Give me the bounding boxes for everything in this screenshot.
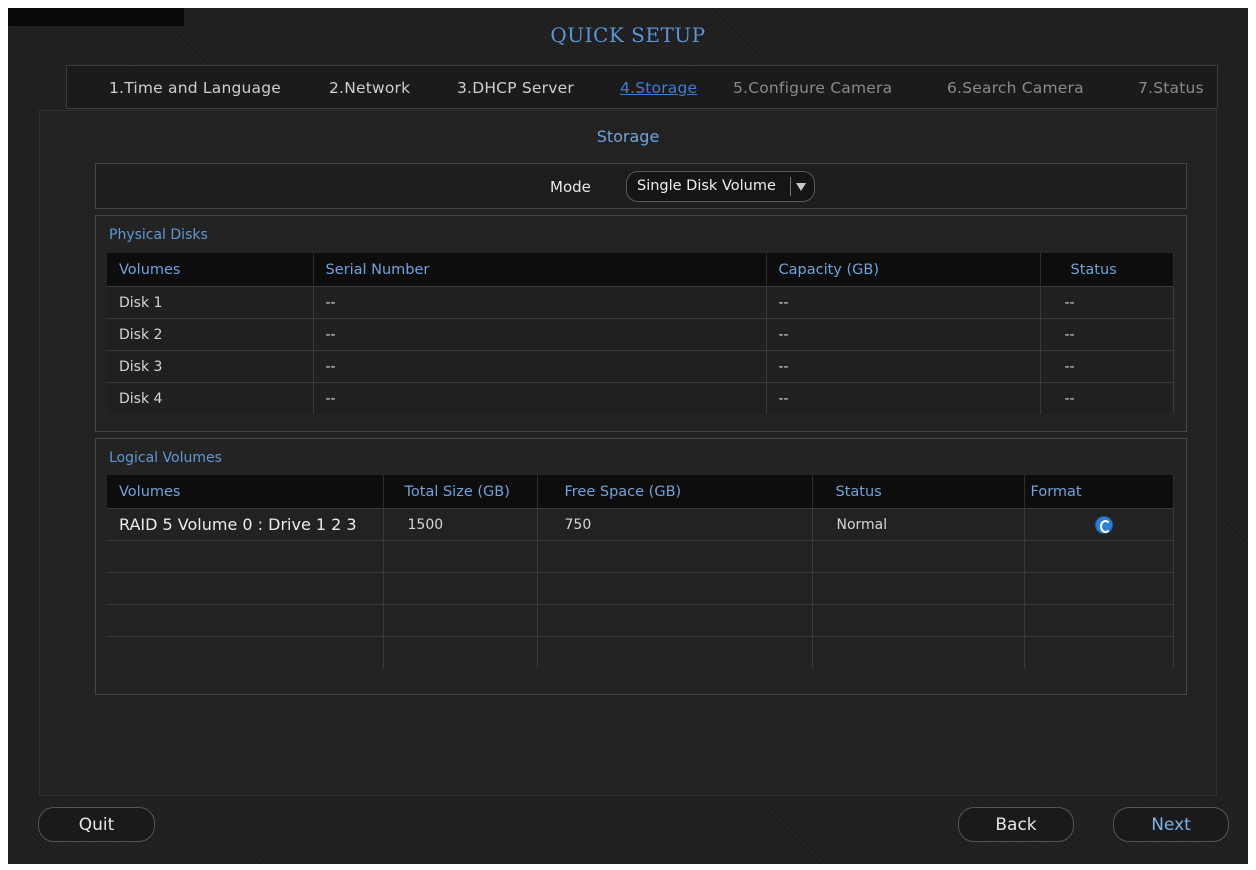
table-cell: Disk 2 — [107, 318, 314, 351]
table-cell — [812, 540, 1025, 573]
section-title: Storage — [596, 127, 660, 146]
table-header-row: Volumes Total Size (GB) Free Space (GB) … — [107, 475, 1174, 509]
mode-row: Mode Single Disk Volume — [95, 163, 1187, 209]
step-search-camera[interactable]: 6.Search Camera — [947, 79, 1084, 97]
table-cell: 750 — [537, 508, 813, 541]
column-header: Volumes — [107, 253, 314, 287]
table-cell — [107, 572, 384, 605]
table-cell — [107, 636, 384, 668]
column-header: Serial Number — [313, 253, 767, 287]
table-row[interactable]: Disk 1 -- -- -- — [107, 286, 1174, 319]
table-header-row: Volumes Serial Number Capacity (GB) Stat… — [107, 253, 1174, 287]
column-header: Capacity (GB) — [766, 253, 1041, 287]
table-cell: -- — [1040, 382, 1174, 414]
column-header: Status — [812, 475, 1025, 509]
step-status[interactable]: 7.Status — [1138, 79, 1204, 97]
physical-disks-table: Volumes Serial Number Capacity (GB) Stat… — [107, 253, 1174, 414]
table-cell — [812, 604, 1025, 637]
table-cell: RAID 5 Volume 0 : Drive 1 2 3 — [107, 508, 384, 541]
mode-select-divider — [790, 177, 791, 196]
column-header: Free Space (GB) — [537, 475, 813, 509]
step-network[interactable]: 2.Network — [329, 79, 410, 97]
table-cell: -- — [313, 350, 767, 383]
table-cell — [383, 636, 538, 668]
physical-disks-group: Physical Disks Volumes Serial Number Cap… — [95, 215, 1187, 432]
table-cell — [812, 636, 1025, 668]
logical-volumes-table: Volumes Total Size (GB) Free Space (GB) … — [107, 475, 1174, 668]
table-cell — [1024, 540, 1174, 573]
step-time-and-language[interactable]: 1.Time and Language — [109, 79, 281, 97]
mode-select[interactable]: Single Disk Volume — [626, 171, 815, 202]
table-cell — [812, 572, 1025, 605]
mode-label: Mode — [550, 178, 591, 196]
logical-volumes-group: Logical Volumes Volumes Total Size (GB) … — [95, 438, 1187, 695]
table-cell: Disk 4 — [107, 382, 314, 414]
table-cell: -- — [1040, 318, 1174, 351]
table-row[interactable]: RAID 5 Volume 0 : Drive 1 2 3 1500 750 N… — [107, 508, 1174, 541]
table-cell — [537, 636, 813, 668]
table-row[interactable]: Disk 4 -- -- -- — [107, 382, 1174, 414]
table-row[interactable] — [107, 636, 1174, 668]
table-cell: -- — [313, 286, 767, 319]
table-cell: -- — [313, 318, 767, 351]
table-cell: 1500 — [383, 508, 538, 541]
logical-volumes-title: Logical Volumes — [109, 450, 222, 466]
table-row[interactable] — [107, 540, 1174, 573]
storage-panel: Storage Mode Single Disk Volume Physical… — [39, 110, 1217, 796]
table-cell: -- — [1040, 350, 1174, 383]
next-button[interactable]: Next — [1113, 807, 1229, 842]
table-cell — [383, 540, 538, 573]
chevron-down-icon[interactable] — [796, 183, 806, 191]
table-cell: Disk 1 — [107, 286, 314, 319]
table-cell — [107, 604, 384, 637]
back-button[interactable]: Back — [958, 807, 1074, 842]
column-header: Format — [1024, 475, 1174, 509]
format-cell — [1024, 508, 1174, 541]
format-icon[interactable] — [1094, 515, 1113, 534]
table-cell — [383, 572, 538, 605]
quit-button[interactable]: Quit — [38, 807, 155, 842]
table-cell: -- — [766, 350, 1041, 383]
column-header: Status — [1040, 253, 1174, 287]
step-configure-camera[interactable]: 5.Configure Camera — [733, 79, 892, 97]
mode-select-value: Single Disk Volume — [637, 178, 776, 194]
table-cell — [537, 604, 813, 637]
column-header: Volumes — [107, 475, 384, 509]
table-cell: -- — [313, 382, 767, 414]
table-row[interactable]: Disk 2 -- -- -- — [107, 318, 1174, 351]
table-cell: -- — [1040, 286, 1174, 319]
table-cell: -- — [766, 318, 1041, 351]
setup-steps-bar: 1.Time and Language 2.Network 3.DHCP Ser… — [66, 65, 1218, 109]
table-cell — [383, 604, 538, 637]
table-cell: -- — [766, 382, 1041, 414]
table-row[interactable] — [107, 604, 1174, 637]
table-cell — [1024, 636, 1174, 668]
quick-setup-window: QUICK SETUP 1.Time and Language 2.Networ… — [8, 8, 1248, 864]
table-cell — [1024, 604, 1174, 637]
table-cell: -- — [766, 286, 1041, 319]
step-dhcp-server[interactable]: 3.DHCP Server — [457, 79, 574, 97]
table-row[interactable]: Disk 3 -- -- -- — [107, 350, 1174, 383]
table-cell — [537, 540, 813, 573]
table-cell — [537, 572, 813, 605]
table-cell: Disk 3 — [107, 350, 314, 383]
table-row[interactable] — [107, 572, 1174, 605]
window-title: QUICK SETUP — [550, 23, 706, 47]
table-cell — [107, 540, 384, 573]
table-cell — [1024, 572, 1174, 605]
table-cell: Normal — [812, 508, 1025, 541]
step-storage[interactable]: 4.Storage — [620, 79, 697, 97]
physical-disks-title: Physical Disks — [109, 227, 208, 243]
column-header: Total Size (GB) — [383, 475, 538, 509]
